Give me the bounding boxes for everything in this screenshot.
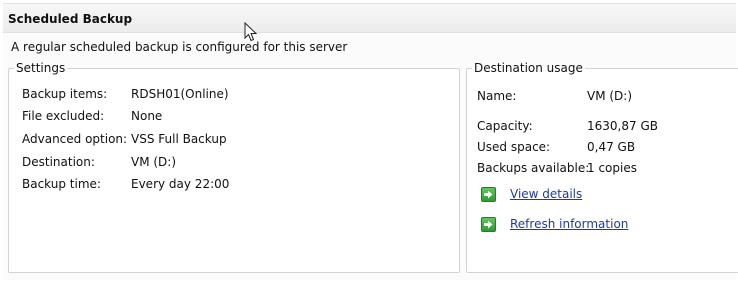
refresh-information-row[interactable]: Refresh information — [481, 215, 628, 233]
file-excluded-value: None — [131, 109, 163, 123]
panel-header: Scheduled Backup — [3, 4, 736, 33]
destination-value: VM (D:) — [131, 155, 177, 169]
scheduled-backup-panel: Scheduled Backup A regular scheduled bac… — [3, 3, 738, 280]
file-excluded-label: File excluded: — [22, 109, 105, 123]
dest-name-value: VM (D:) — [587, 89, 633, 103]
destination-usage-legend: Destination usage — [474, 61, 583, 75]
view-details-row[interactable]: View details — [481, 185, 582, 203]
mouse-pointer-icon — [244, 21, 258, 45]
settings-legend: Settings — [16, 61, 66, 75]
backup-time-value: Every day 22:00 — [131, 177, 230, 191]
backup-items-value: RDSH01(Online) — [131, 87, 229, 101]
panel-title: Scheduled Backup — [8, 12, 133, 26]
advanced-option-label: Advanced option: — [22, 132, 128, 146]
settings-group: Settings Backup items: RDSH01(Online) Fi… — [8, 61, 460, 273]
dest-name-label: Name: — [477, 89, 517, 103]
advanced-option-value: VSS Full Backup — [131, 132, 227, 146]
capacity-value: 1630,87 GB — [587, 119, 658, 133]
view-details-link[interactable]: View details — [510, 187, 582, 201]
used-space-value: 0,47 GB — [587, 140, 636, 154]
destination-usage-group: Destination usage Name: VM (D:) Capacity… — [466, 61, 738, 273]
green-arrow-icon — [481, 216, 496, 232]
refresh-information-link[interactable]: Refresh information — [510, 217, 628, 231]
backups-available-value: 1 copies — [587, 161, 637, 175]
green-arrow-icon — [481, 186, 496, 202]
capacity-label: Capacity: — [477, 119, 533, 133]
backup-status-text: A regular scheduled backup is configured… — [11, 40, 348, 54]
backup-items-label: Backup items: — [22, 87, 108, 101]
used-space-label: Used space: — [477, 140, 551, 154]
backups-available-label: Backups available: — [477, 161, 590, 175]
destination-label: Destination: — [22, 155, 95, 169]
backup-time-label: Backup time: — [22, 177, 101, 191]
